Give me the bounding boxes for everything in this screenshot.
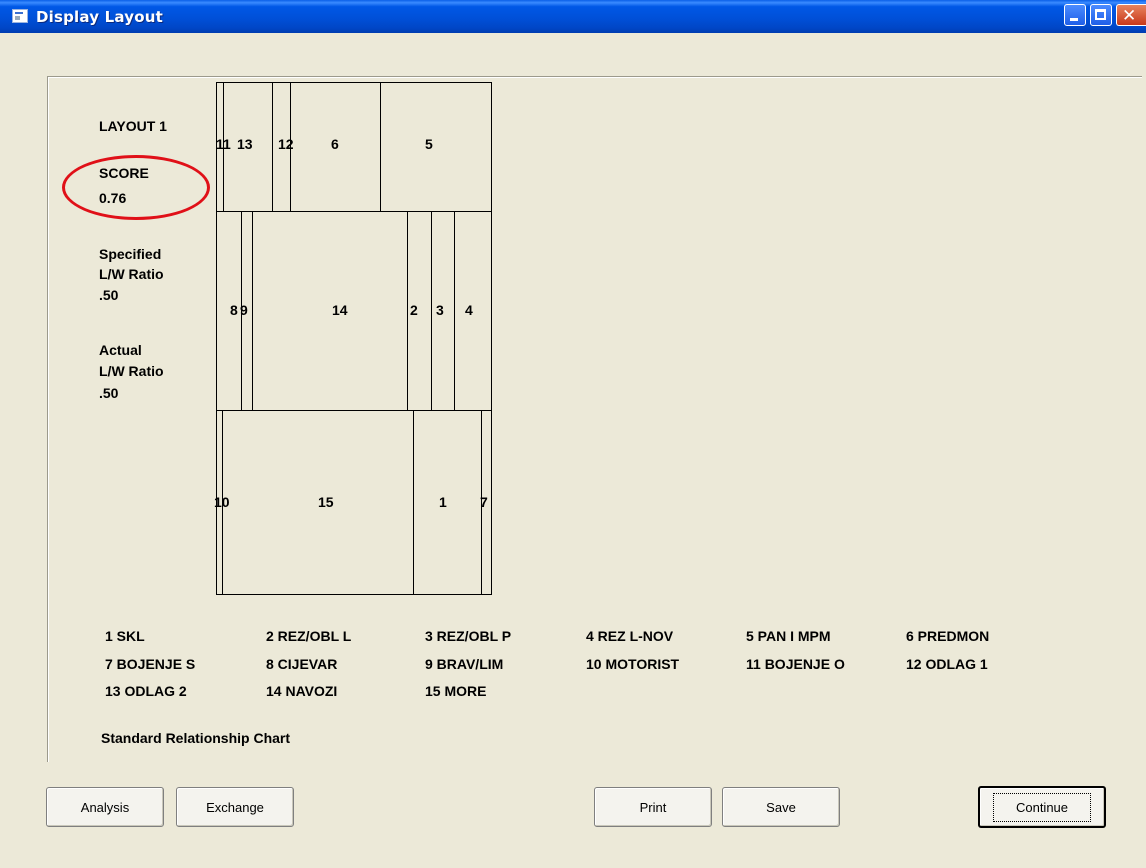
cell-border [431,211,432,410]
cell-label: 2 [410,302,418,318]
legend-item: 7 BOJENJE S [105,656,196,672]
cell-label: 15 [318,494,334,510]
cell-label: 7 [480,494,488,510]
legend-item: 1 SKL [105,628,145,644]
specified-ratio-label-line2: L/W Ratio [99,266,164,282]
cell-label: 3 [436,302,444,318]
cell-label: 4 [465,302,473,318]
cell-border [252,211,253,410]
cell-label: 8 [230,302,238,318]
title-bar: Display Layout ✕ [0,0,1146,33]
legend-item: 13 ODLAG 2 [105,683,187,699]
legend-item: 8 CIJEVAR [266,656,338,672]
cell-label: 12 [278,136,294,152]
legend-item: 2 REZ/OBL L [266,628,352,644]
close-button[interactable]: ✕ [1116,4,1146,26]
minimize-button[interactable] [1064,4,1086,26]
cell-label: 14 [332,302,348,318]
actual-ratio-label-line2: L/W Ratio [99,363,164,379]
cell-label: 11 [216,136,231,152]
analysis-button[interactable]: Analysis [46,787,164,827]
continue-button[interactable]: Continue [978,786,1106,828]
maximize-icon [1095,9,1106,20]
minimize-icon [1070,18,1078,21]
legend-item: 6 PREDMON [906,628,990,644]
row-divider-2 [217,410,491,411]
window-title: Display Layout [36,8,164,26]
legend-item: 10 MOTORIST [586,656,680,672]
close-icon: ✕ [1122,6,1137,26]
legend-item: 5 PAN I MPM [746,628,831,644]
maximize-button[interactable] [1090,4,1112,26]
app-window-icon [12,9,28,23]
cell-border [413,410,414,594]
cell-label: 10 [214,494,230,510]
cell-label: 6 [331,136,339,152]
legend-item: 15 MORE [425,683,487,699]
continue-button-label: Continue [992,792,1092,822]
cell-border [407,211,408,410]
cell-label: 9 [240,302,248,318]
layout-title: LAYOUT 1 [99,118,167,134]
row-divider-1 [217,211,491,212]
cell-label: 1 [439,494,447,510]
save-button[interactable]: Save [722,787,840,827]
legend-item: 4 REZ L-NOV [586,628,674,644]
specified-ratio-value: .50 [99,287,119,303]
legend-item: 9 BRAV/LIM [425,656,504,672]
score-highlight-ellipse [62,155,210,220]
print-button[interactable]: Print [594,787,712,827]
cell-border [380,83,381,211]
legend-item: 11 BOJENJE O [746,656,845,672]
cell-label: 5 [425,136,433,152]
specified-ratio-label-line1: Specified [99,246,162,262]
actual-ratio-label-line1: Actual [99,342,142,358]
cell-border [272,83,273,211]
legend-item: 14 NAVOZI [266,683,338,699]
layout-diagram: 11 13 12 6 5 8 9 14 2 3 4 10 15 1 7 [214,82,492,595]
legend-item: 3 REZ/OBL P [425,628,512,644]
legend-item: 12 ODLAG 1 [906,656,988,672]
chart-name-label: Standard Relationship Chart [101,730,291,746]
exchange-button[interactable]: Exchange [176,787,294,827]
cell-border [454,211,455,410]
cell-label: 13 [237,136,253,152]
actual-ratio-value: .50 [99,385,119,401]
